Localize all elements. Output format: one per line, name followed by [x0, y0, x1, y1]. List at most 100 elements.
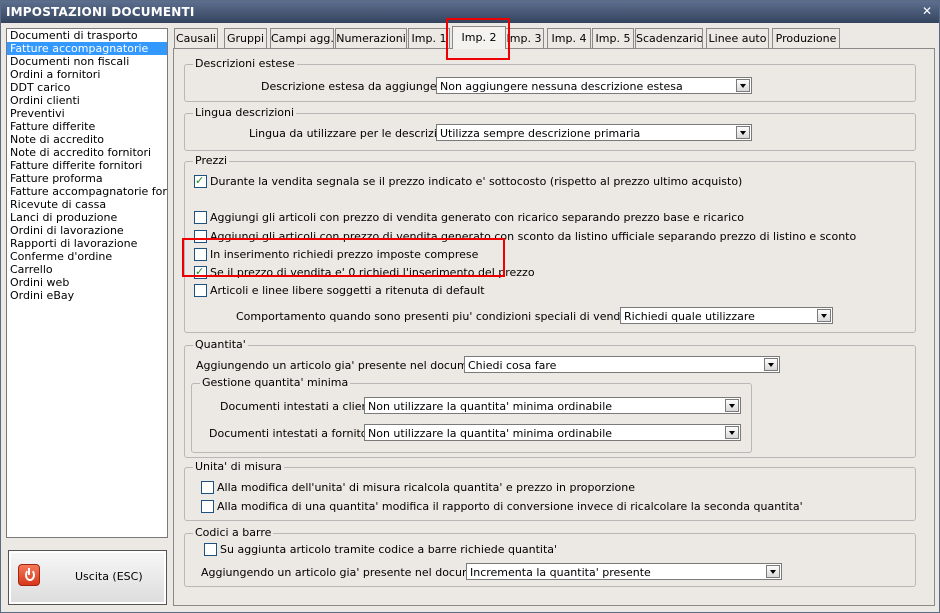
checkbox-box[interactable] [201, 481, 214, 494]
sidebar-item[interactable]: Fatture accompagnatorie [7, 42, 167, 55]
sidebar-item[interactable]: Fatture differite [7, 120, 167, 133]
check-label: Aggiungi gli articoli con prezzo di vend… [210, 230, 857, 243]
tab-campi-agg[interactable]: Campi agg. [270, 28, 334, 48]
label-condizioni: Comportamento quando sono presenti piu' … [236, 310, 679, 323]
tab-scadenzario[interactable]: Scadenzario [635, 28, 703, 48]
power-icon [18, 564, 40, 586]
select-minima-fornitori[interactable]: Non utilizzare la quantita' minima ordin… [364, 424, 741, 441]
check-label: Durante la vendita segnala se il prezzo … [210, 175, 743, 188]
select-quantita-presente[interactable]: Chiedi cosa fare [464, 356, 780, 373]
sidebar-item[interactable]: Fatture differite fornitori [7, 159, 167, 172]
sidebar-item[interactable]: Documenti non fiscali [7, 55, 167, 68]
sidebar-item[interactable]: Note di accredito fornitori [7, 146, 167, 159]
select-condizioni-value: Richiedi quale utilizzare [624, 310, 755, 323]
check-label: Se il prezzo di vendita e' 0 richiedi l'… [210, 266, 535, 279]
tab-gruppi[interactable]: Gruppi [224, 28, 267, 48]
select-condizioni[interactable]: Richiedi quale utilizzare [620, 307, 833, 324]
check-label: Alla modifica dell'unita' di misura rica… [217, 481, 636, 494]
tab-imp-2[interactable]: Imp. 2 [452, 26, 506, 49]
sidebar-item[interactable]: Documenti di trasporto [7, 29, 167, 42]
chevron-down-icon[interactable] [764, 358, 778, 371]
select-barre-presente[interactable]: Incrementa la quantita' presente [466, 563, 782, 580]
label-minima-fornitori: Documenti intestati a fornitori : [209, 427, 383, 440]
close-icon[interactable]: ✕ [920, 5, 934, 19]
legend-quantita: Quantita' [193, 338, 248, 351]
tab-panel-imp2: Descrizioni estese Descrizione estesa da… [173, 48, 935, 606]
sidebar-item[interactable]: Ricevute di cassa [7, 198, 167, 211]
select-minima-clienti[interactable]: Non utilizzare la quantita' minima ordin… [364, 397, 741, 414]
select-lingua[interactable]: Utilizza sempre descrizione primaria [436, 124, 752, 141]
legend-unita: Unita' di misura [193, 460, 284, 473]
tab-causali[interactable]: Causali [174, 28, 218, 48]
sidebar-item[interactable]: Ordini eBay [7, 289, 167, 302]
checkbox-box[interactable] [194, 248, 207, 261]
group-descrizioni-estese: Descrizioni estese Descrizione estesa da… [184, 57, 916, 102]
tab-produzione[interactable]: Produzione [772, 28, 840, 48]
checkbox-box[interactable] [194, 265, 207, 279]
checkbox-box[interactable] [194, 284, 207, 297]
label-lingua: Lingua da utilizzare per le descrizioni … [249, 127, 461, 140]
tab-imp-5[interactable]: Imp. 5 [592, 28, 634, 48]
exit-button-label: Uscita (ESC) [75, 570, 143, 583]
sidebar-item[interactable]: Lanci di produzione [7, 211, 167, 224]
label-descrizione-estesa: Descrizione estesa da aggiungere : [261, 80, 455, 93]
chevron-down-icon[interactable] [725, 426, 739, 439]
checkbox-box[interactable] [204, 543, 217, 556]
tab-imp-4[interactable]: Imp. 4 [547, 28, 591, 48]
group-lingua: Lingua descrizioni Lingua da utilizzare … [184, 106, 916, 151]
group-codici-barre: Codici a barre Su aggiunta articolo tram… [184, 526, 916, 587]
settings-window: IMPOSTAZIONI DOCUMENTI ✕ Documenti di tr… [0, 0, 940, 613]
tab-imp-3[interactable]: Imp. 3 [504, 28, 544, 48]
checkbox-box[interactable] [194, 230, 207, 243]
checkbox-box[interactable] [201, 500, 214, 513]
checkbox-box[interactable] [194, 211, 207, 224]
tab-linee-auto[interactable]: Linee auto [706, 28, 769, 48]
label-minima-clienti: Documenti intestati a clienti : [220, 400, 384, 413]
chevron-down-icon[interactable] [725, 399, 739, 412]
document-type-list[interactable]: Documenti di trasporto Fatture accompagna… [6, 28, 168, 538]
check-label: Su aggiunta articolo tramite codice a ba… [220, 543, 558, 556]
group-quantita-minima: Gestione quantita' minima Documenti inte… [191, 376, 752, 453]
sidebar-item[interactable]: Ordini web [7, 276, 167, 289]
check-label: In inserimento richiedi prezzo imposte c… [210, 248, 479, 261]
chevron-down-icon[interactable] [766, 565, 780, 578]
sidebar-item[interactable]: DDT carico [7, 81, 167, 94]
legend-descrizioni-estese: Descrizioni estese [193, 57, 297, 70]
label-barre-presente: Aggiungendo un articolo gia' presente ne… [201, 566, 505, 579]
sidebar-item[interactable]: Ordini clienti [7, 94, 167, 107]
group-prezzi: Prezzi Durante la vendita segnala se il … [184, 154, 916, 333]
sidebar-item[interactable]: Conferme d'ordine [7, 250, 167, 263]
checkbox-box[interactable] [194, 174, 207, 188]
sidebar-item[interactable]: Note di accredito [7, 133, 167, 146]
chevron-down-icon[interactable] [736, 126, 750, 139]
title-bar: IMPOSTAZIONI DOCUMENTI ✕ [1, 1, 939, 23]
legend-codici-barre: Codici a barre [193, 526, 274, 539]
check-label: Articoli e linee libere soggetti a riten… [210, 284, 485, 297]
select-barre-presente-value: Incrementa la quantita' presente [470, 566, 651, 579]
select-minima-clienti-value: Non utilizzare la quantita' minima ordin… [368, 400, 613, 413]
sidebar-item[interactable]: Fatture accompagnatorie fornito [7, 185, 167, 198]
select-descrizione-estesa-value: Non aggiungere nessuna descrizione estes… [440, 80, 683, 93]
sidebar-item[interactable]: Ordini a fornitori [7, 68, 167, 81]
exit-button[interactable]: Uscita (ESC) [8, 550, 167, 605]
group-quantita: Quantita' Aggiungendo un articolo gia' p… [184, 338, 916, 458]
sidebar-item[interactable]: Preventivi [7, 107, 167, 120]
sidebar-item[interactable]: Carrello [7, 263, 167, 276]
legend-lingua: Lingua descrizioni [193, 106, 297, 119]
tab-imp-1[interactable]: Imp. 1 [408, 28, 450, 48]
tab-numerazioni[interactable]: Numerazioni [335, 28, 407, 48]
label-quantita-presente: Aggiungendo un articolo gia' presente ne… [196, 359, 500, 372]
select-minima-fornitori-value: Non utilizzare la quantita' minima ordin… [368, 427, 613, 440]
sidebar-item[interactable]: Ordini di lavorazione [7, 224, 167, 237]
chevron-down-icon[interactable] [736, 79, 750, 92]
group-unita: Unita' di misura Alla modifica dell'unit… [184, 460, 916, 521]
window-title: IMPOSTAZIONI DOCUMENTI [6, 5, 195, 19]
chevron-down-icon[interactable] [817, 309, 831, 322]
select-descrizione-estesa[interactable]: Non aggiungere nessuna descrizione estes… [436, 77, 752, 94]
sidebar-item[interactable]: Fatture proforma [7, 172, 167, 185]
legend-prezzi: Prezzi [193, 154, 230, 167]
sidebar-item[interactable]: Rapporti di lavorazione [7, 237, 167, 250]
check-label: Aggiungi gli articoli con prezzo di vend… [210, 211, 744, 224]
select-lingua-value: Utilizza sempre descrizione primaria [440, 127, 641, 140]
check-label: Alla modifica di una quantita' modifica … [217, 500, 803, 513]
